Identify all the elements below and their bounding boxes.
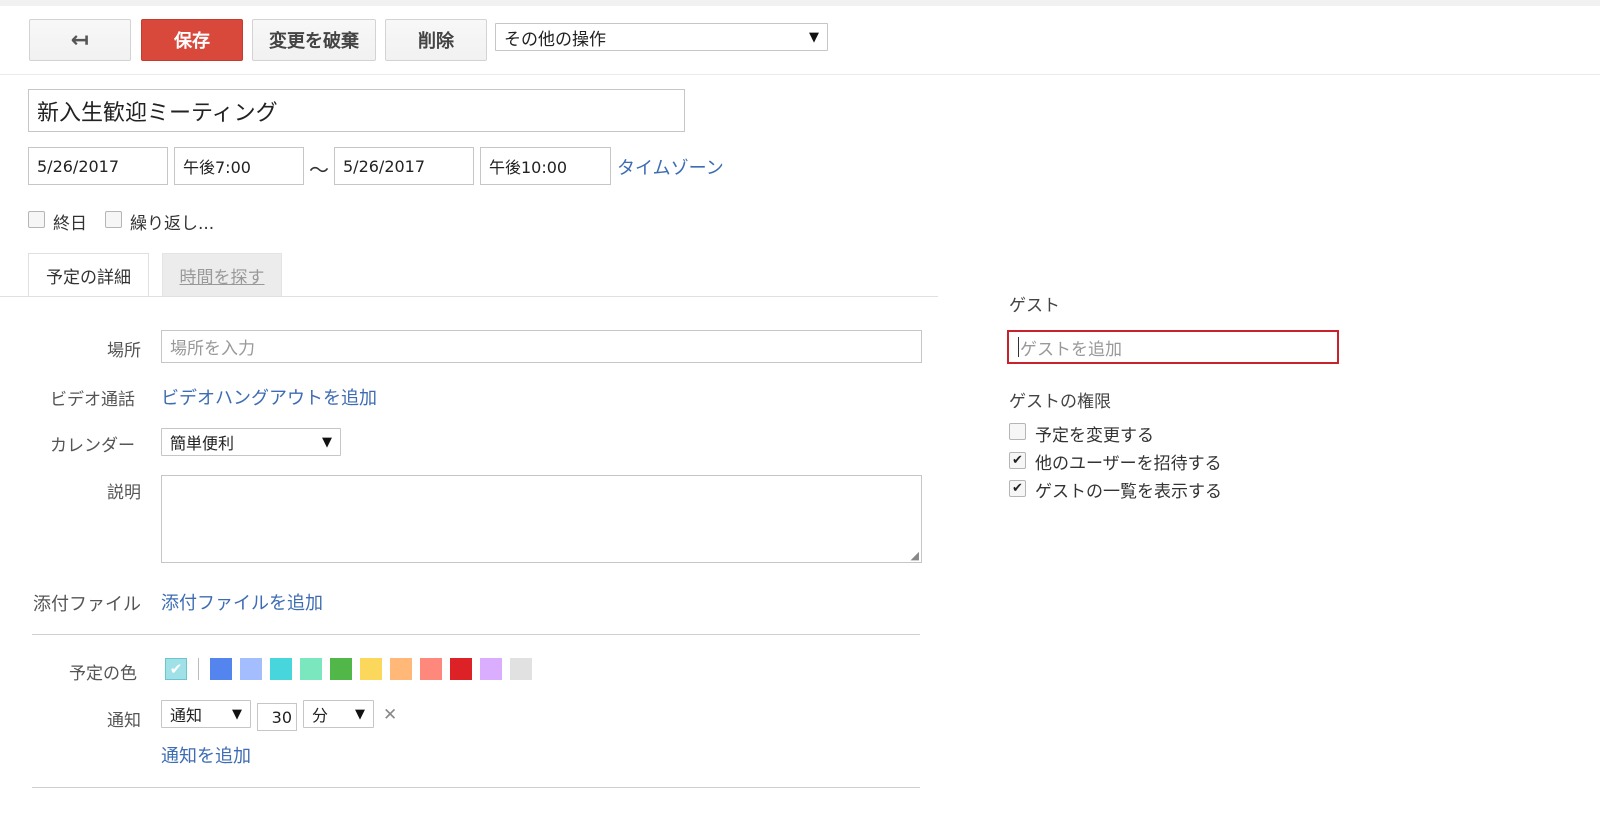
notification-unit-value: 分 [312,706,329,725]
event-title-input[interactable]: 新入生歓迎ミーティング [28,89,685,132]
back-button[interactable]: ↤ [29,19,131,61]
color-swatch[interactable] [300,658,322,680]
calendar-dropdown[interactable]: 簡単便利 ▼ [161,428,341,456]
calendar-dropdown-arrow-icon: ▼ [322,434,332,450]
end-time-input[interactable]: 午後10:00 [480,147,611,185]
event-color-label: 予定の色 [69,664,137,684]
timezone-link[interactable]: タイムゾーン [617,154,724,180]
delete-button[interactable]: 削除 [385,19,487,61]
description-label: 説明 [107,483,141,503]
color-swatch[interactable] [240,658,262,680]
permission-see-list-label: ゲストの一覧を表示する [1035,482,1222,502]
section-divider [32,634,920,635]
color-swatch[interactable] [390,658,412,680]
notification-method-value: 通知 [170,706,203,725]
tab-divider [0,296,938,297]
save-button[interactable]: 保存 [141,19,243,61]
notification-unit-arrow-icon: ▼ [355,706,365,722]
end-date-input[interactable]: 5/26/2017 [334,147,474,185]
tab-event-details-label: 予定の詳細 [46,268,131,288]
color-swatch[interactable] [360,658,382,680]
range-separator: ～ [309,158,329,182]
color-swatch[interactable] [480,658,502,680]
resize-handle-icon: ◢ [910,549,919,562]
checkmark-icon: ✔ [1012,453,1023,468]
checkmark-icon: ✔ [1012,481,1023,496]
end-date-text: 5/26/2017 [343,156,426,176]
permission-see-list-checkbox[interactable]: ✔ [1009,480,1026,497]
location-label: 場所 [107,341,141,361]
permission-modify-label: 予定を変更する [1035,426,1154,446]
color-swatch[interactable] [510,658,532,680]
notification-amount-value: 30 [271,707,292,727]
color-separator [198,658,199,680]
add-guest-input[interactable]: ゲストを追加 [1007,330,1339,364]
repeat-label: 繰り返し... [130,214,215,234]
add-notification-link[interactable]: 通知を追加 [161,742,251,768]
more-actions-dropdown[interactable]: その他の操作 ▼ [495,23,828,51]
bottom-divider [32,787,920,788]
event-title-text: 新入生歓迎ミーティング [37,100,278,126]
permission-modify-checkbox[interactable] [1009,423,1026,440]
add-attachment-link[interactable]: 添付ファイルを追加 [161,589,323,615]
notification-method-arrow-icon: ▼ [232,706,242,722]
notification-label: 通知 [107,711,141,731]
tab-find-time-label: 時間を探す [179,268,265,288]
notification-amount-input[interactable]: 30 [257,703,297,731]
color-swatch[interactable] [420,658,442,680]
permission-invite-label: 他のユーザーを招待する [1035,454,1222,474]
repeat-checkbox[interactable] [105,211,122,228]
guests-heading: ゲスト [1009,296,1060,316]
checkmark-icon: ✔ [169,660,183,678]
tab-find-time[interactable]: 時間を探す [162,253,282,297]
add-hangout-link[interactable]: ビデオハングアウトを追加 [161,384,377,410]
start-date-input[interactable]: 5/26/2017 [28,147,168,185]
dropdown-arrow-icon: ▼ [809,29,819,45]
end-time-text: 午後10:00 [489,158,568,177]
color-swatch[interactable] [270,658,292,680]
color-swatch[interactable] [450,658,472,680]
calendar-label: カレンダー [50,436,135,456]
description-textarea[interactable]: ◢ [161,475,922,563]
top-strip [0,0,1600,6]
all-day-checkbox[interactable] [28,211,45,228]
more-actions-label: その他の操作 [504,29,606,50]
start-date-text: 5/26/2017 [37,156,120,176]
video-call-label: ビデオ通話 [50,390,135,410]
color-swatch[interactable] [330,658,352,680]
guest-permissions-heading: ゲストの権限 [1009,392,1111,412]
notification-method-dropdown[interactable]: 通知 ▼ [161,700,251,728]
start-time-text: 午後7:00 [183,158,251,177]
add-guest-placeholder: ゲストを追加 [1020,339,1122,360]
color-swatch[interactable] [210,658,232,680]
back-arrow-icon: ↤ [70,27,90,53]
calendar-value: 簡単便利 [170,434,235,453]
attachment-label: 添付ファイル [33,594,141,615]
permission-invite-checkbox[interactable]: ✔ [1009,452,1026,469]
text-cursor [1018,337,1019,357]
start-time-input[interactable]: 午後7:00 [174,147,304,185]
discard-changes-button[interactable]: 変更を破棄 [252,19,376,61]
color-swatch-selected[interactable]: ✔ [165,658,187,680]
all-day-label: 終日 [53,214,87,234]
notification-unit-dropdown[interactable]: 分 ▼ [303,700,374,728]
toolbar-divider [0,74,1600,75]
tab-event-details[interactable]: 予定の詳細 [28,253,149,297]
remove-notification-icon[interactable]: ✕ [383,705,397,725]
location-placeholder: 場所を入力 [170,339,255,359]
location-input[interactable]: 場所を入力 [161,330,922,363]
